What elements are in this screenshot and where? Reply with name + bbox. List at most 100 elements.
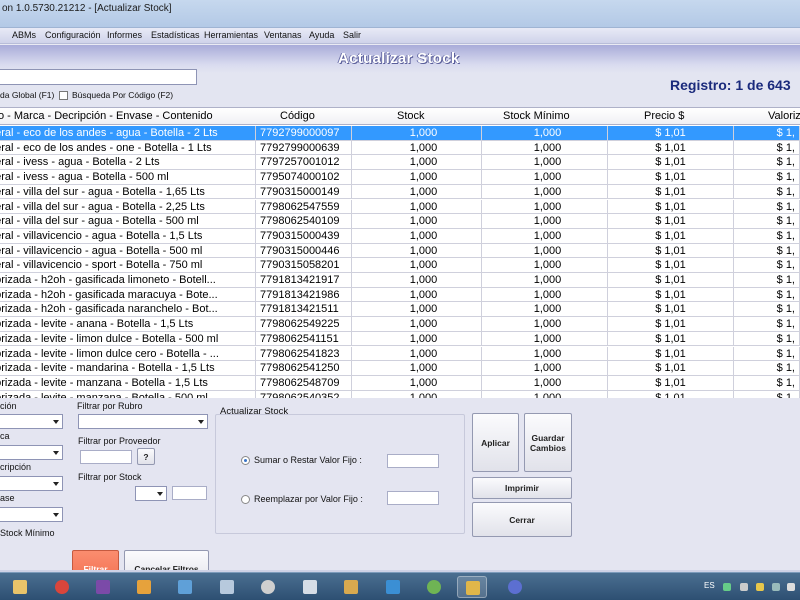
cell-stock[interactable]: 1,000 <box>352 390 482 398</box>
cell-valorizado[interactable]: $ 1, <box>734 287 800 302</box>
cell-stock[interactable]: 1,000 <box>352 214 482 229</box>
cell-stock[interactable]: 1,000 <box>352 258 482 273</box>
cell-valorizado[interactable]: $ 1, <box>734 258 800 273</box>
taskbar-stock-app[interactable] <box>457 576 487 598</box>
cell-description[interactable]: neral - villa del sur - agua - Botella -… <box>0 199 256 214</box>
cell-code[interactable]: 7790315000149 <box>256 184 352 199</box>
menu-abms[interactable]: ABMs <box>12 30 36 40</box>
radio-sum-option[interactable] <box>241 456 250 465</box>
cell-price[interactable]: $ 1,01 <box>608 331 734 346</box>
taskbar-app-5[interactable] <box>419 576 449 598</box>
table-row[interactable]: neral - villa del sur - agua - Botella -… <box>0 214 800 229</box>
table-row[interactable]: neral - eco de los andes - agua - Botell… <box>0 126 800 141</box>
cell-price[interactable]: $ 1,01 <box>608 155 734 170</box>
cell-stock-min[interactable]: 1,000 <box>482 273 608 287</box>
cell-stock[interactable]: 1,000 <box>352 331 482 346</box>
cell-code[interactable]: 7798062548709 <box>256 375 352 390</box>
cell-valorizado[interactable]: $ 1, <box>734 273 800 287</box>
header-stock[interactable]: Stock <box>397 110 425 122</box>
table-row[interactable]: borizada - h2oh - gasificada maracuya - … <box>0 287 800 303</box>
cell-valorizado[interactable]: $ 1, <box>734 331 800 346</box>
cell-code[interactable]: 7798062540352 <box>256 390 352 398</box>
cell-code[interactable]: 7798062541151 <box>256 331 352 346</box>
menu-ayuda[interactable]: Ayuda <box>309 30 334 40</box>
cell-stock[interactable]: 1,000 <box>352 170 482 185</box>
replace-option-label[interactable]: Reemplazar por Valor Fijo : <box>254 494 363 504</box>
filter-label-stock-minimo[interactable]: Stock Mínimo <box>0 528 55 538</box>
cell-stock[interactable]: 1,000 <box>352 287 482 302</box>
menu-ventanas[interactable]: Ventanas <box>264 30 302 40</box>
close-button[interactable]: Cerrar <box>472 502 572 537</box>
table-row[interactable]: borizada - levite - mandarina - Botella … <box>0 361 800 376</box>
taskbar-media[interactable] <box>129 576 159 598</box>
cell-stock[interactable]: 1,000 <box>352 199 482 214</box>
stock-grid[interactable]: o - Marca - Decripción - Envase - Conten… <box>0 107 800 398</box>
search-input[interactable] <box>0 69 197 85</box>
cell-code[interactable]: 7790315058201 <box>256 258 352 273</box>
menu-herramientas[interactable]: Herramientas <box>204 30 258 40</box>
proveedor-search-button[interactable]: ? <box>137 448 155 465</box>
cell-code[interactable]: 7790315000439 <box>256 228 352 243</box>
cell-description[interactable]: borizada - h2oh - gasificada naranchelo … <box>0 302 256 317</box>
cell-description[interactable]: borizada - levite - anana - Botella - 1,… <box>0 317 256 332</box>
sum-option-label[interactable]: Sumar o Restar Valor Fijo : <box>254 455 362 465</box>
taskbar-app-2[interactable] <box>170 576 200 598</box>
cell-stock-min[interactable]: 1,000 <box>482 346 608 361</box>
filter-combo-2[interactable] <box>0 445 63 460</box>
replace-value-input[interactable] <box>387 491 439 505</box>
table-row[interactable]: borizada - levite - manzana - Botella - … <box>0 375 800 391</box>
menu-estadisticas[interactable]: Estadísticas <box>151 30 200 40</box>
table-row[interactable]: neral - villa del sur - agua - Botella -… <box>0 184 800 200</box>
search-code-checkbox[interactable] <box>59 91 68 100</box>
cell-description[interactable]: neral - villa del sur - agua - Botella -… <box>0 214 256 229</box>
cell-stock[interactable]: 1,000 <box>352 155 482 170</box>
cell-valorizado[interactable]: $ 1, <box>734 346 800 361</box>
cell-description[interactable]: borizada - levite - manzana - Botella - … <box>0 375 256 390</box>
cell-stock[interactable]: 1,000 <box>352 346 482 361</box>
filter-rubro-combo[interactable] <box>78 414 208 429</box>
cell-stock[interactable]: 1,000 <box>352 375 482 390</box>
flag-icon[interactable] <box>740 583 748 591</box>
cell-stock-min[interactable]: 1,000 <box>482 390 608 398</box>
header-valorizado[interactable]: Valoriz <box>768 110 800 122</box>
cell-stock[interactable]: 1,000 <box>352 126 482 140</box>
cell-description[interactable]: borizada - levite - manzana - Botella - … <box>0 390 256 398</box>
cell-price[interactable]: $ 1,01 <box>608 170 734 185</box>
radio-replace-option[interactable] <box>241 495 250 504</box>
filter-stock-input[interactable] <box>172 486 207 500</box>
cell-description[interactable]: neral - eco de los andes - agua - Botell… <box>0 126 256 140</box>
cell-price[interactable]: $ 1,01 <box>608 273 734 287</box>
cell-code[interactable]: 7791813421511 <box>256 302 352 317</box>
cell-stock-min[interactable]: 1,000 <box>482 155 608 170</box>
cell-description[interactable]: neral - ivess - agua - Botella - 2 Lts <box>0 155 256 170</box>
cell-code[interactable]: 7798062541250 <box>256 361 352 376</box>
cell-code[interactable]: 7790315000446 <box>256 243 352 258</box>
taskbar-app-3[interactable] <box>212 576 242 598</box>
header-description[interactable]: o - Marca - Decripción - Envase - Conten… <box>0 110 213 122</box>
cell-stock-min[interactable]: 1,000 <box>482 361 608 376</box>
cell-valorizado[interactable]: $ 1, <box>734 317 800 332</box>
cell-stock-min[interactable]: 1,000 <box>482 140 608 155</box>
cell-valorizado[interactable]: $ 1, <box>734 361 800 376</box>
taskbar-explorer[interactable] <box>5 576 35 598</box>
cell-stock-min[interactable]: 1,000 <box>482 214 608 229</box>
save-changes-button[interactable]: Guardar Cambios <box>524 413 572 472</box>
cell-code[interactable]: 7795074000102 <box>256 170 352 185</box>
cell-stock-min[interactable]: 1,000 <box>482 184 608 199</box>
cell-price[interactable]: $ 1,01 <box>608 302 734 317</box>
cell-stock-min[interactable]: 1,000 <box>482 243 608 258</box>
cell-valorizado[interactable]: $ 1, <box>734 140 800 155</box>
header-code[interactable]: Código <box>280 110 315 122</box>
cell-description[interactable]: borizada - levite - mandarina - Botella … <box>0 361 256 376</box>
cell-price[interactable]: $ 1,01 <box>608 199 734 214</box>
cell-valorizado[interactable]: $ 1, <box>734 170 800 185</box>
cell-code[interactable]: 7791813421986 <box>256 287 352 302</box>
cell-stock[interactable]: 1,000 <box>352 184 482 199</box>
cell-price[interactable]: $ 1,01 <box>608 243 734 258</box>
cell-stock[interactable]: 1,000 <box>352 317 482 332</box>
cell-code[interactable]: 7792799000639 <box>256 140 352 155</box>
cell-price[interactable]: $ 1,01 <box>608 317 734 332</box>
taskbar-calculator[interactable] <box>295 576 325 598</box>
cell-stock-min[interactable]: 1,000 <box>482 126 608 140</box>
taskbar-app-4[interactable] <box>336 576 366 598</box>
